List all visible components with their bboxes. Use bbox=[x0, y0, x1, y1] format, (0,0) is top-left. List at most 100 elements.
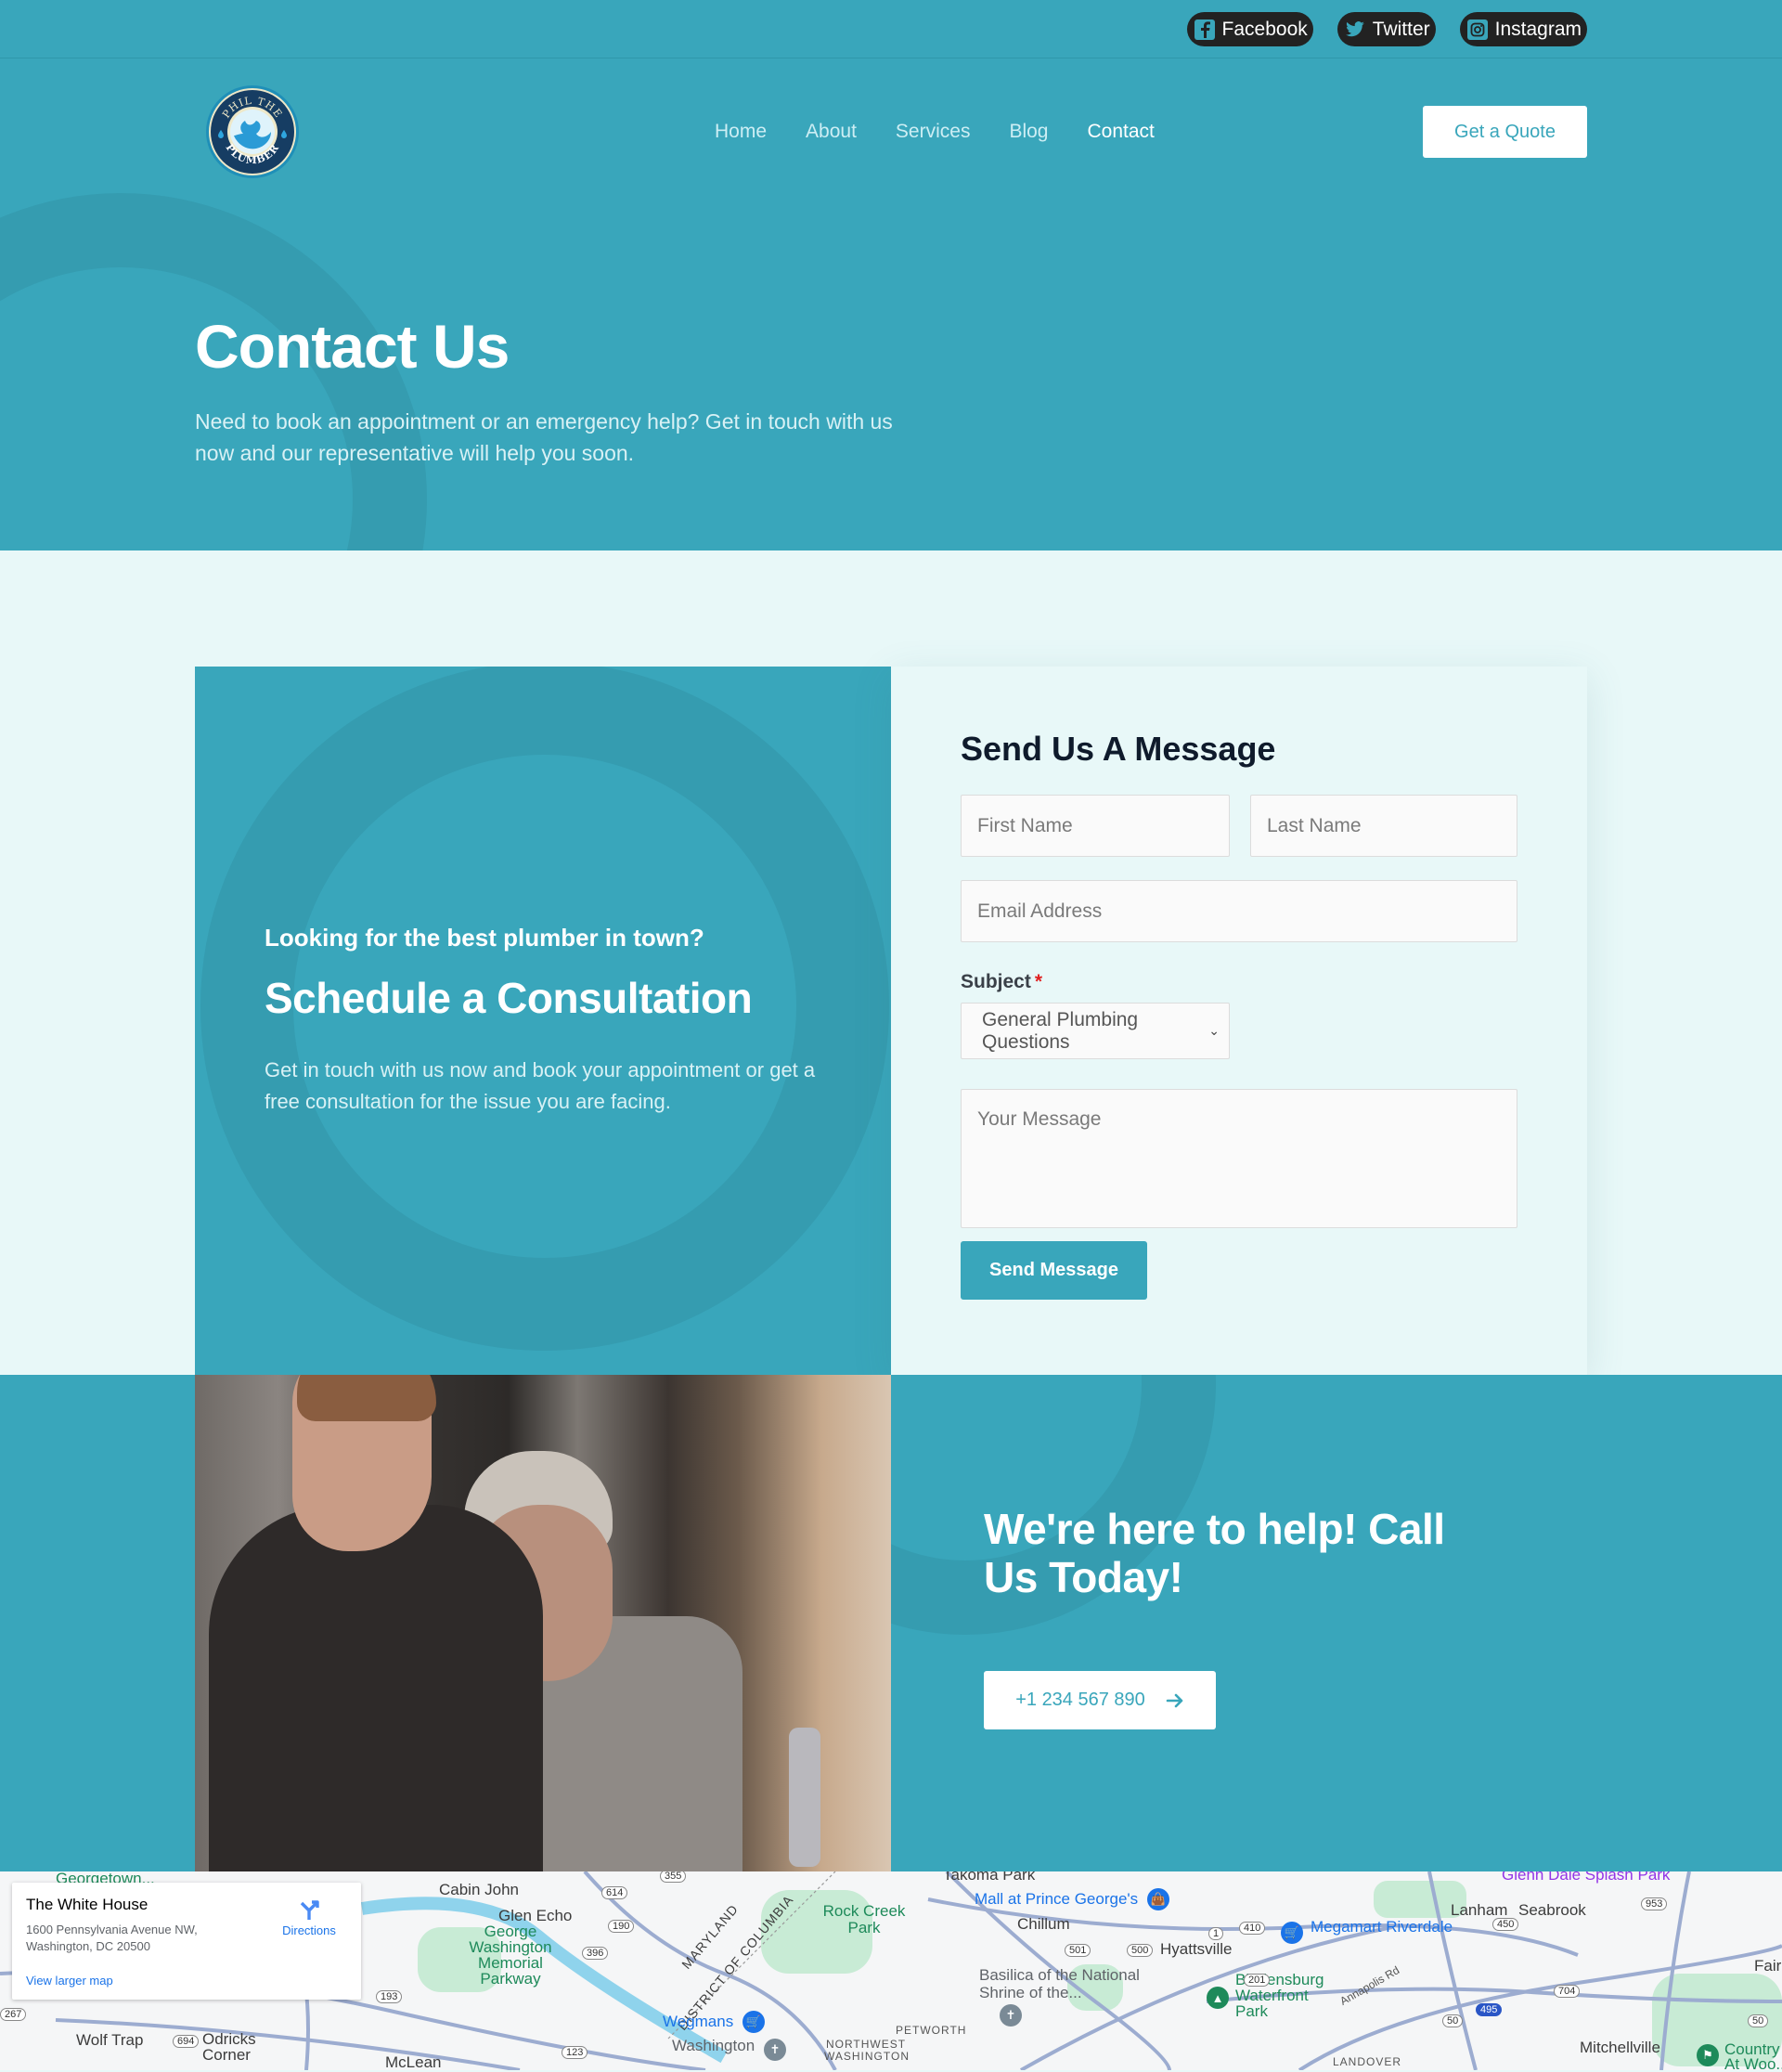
instagram-icon bbox=[1466, 19, 1488, 40]
send-message-button[interactable]: Send Message bbox=[961, 1241, 1147, 1300]
route-shield: 1 bbox=[1208, 1927, 1224, 1940]
subject-label: Subject * bbox=[961, 971, 1042, 993]
directions-link[interactable]: Directions bbox=[272, 1897, 346, 1937]
contact-section: Looking for the best plumber in town? Sc… bbox=[0, 550, 1782, 1375]
logo-badge-icon: PHIL THE PLUMBER bbox=[206, 85, 299, 178]
map-label: Basilica of the National Shrine of the..… bbox=[979, 1966, 1140, 2001]
map-label: NORTHWEST WASHINGTON bbox=[824, 2038, 910, 2063]
address-line: Washington, DC 20500 bbox=[26, 1939, 150, 1953]
place-name: The White House bbox=[26, 1896, 148, 1913]
map-label: George Washington Memorial Parkway bbox=[469, 1923, 552, 1988]
consultation-panel: Looking for the best plumber in town? Sc… bbox=[195, 667, 891, 1375]
route-shield: 201 bbox=[1244, 1974, 1271, 1987]
shopping-cart-icon[interactable]: 🛒 bbox=[742, 2011, 765, 2033]
twitter-icon bbox=[1345, 19, 1365, 40]
get-a-quote-button[interactable]: Get a Quote bbox=[1423, 106, 1587, 158]
map-label: LANDOVER bbox=[1333, 2055, 1402, 2068]
arrow-right-icon bbox=[1166, 1693, 1183, 1707]
first-name-input[interactable] bbox=[961, 795, 1230, 857]
photo-shape bbox=[789, 1728, 820, 1867]
route-shield: 704 bbox=[1554, 1985, 1581, 1998]
photo-shape bbox=[209, 1505, 543, 1871]
nav-menu: Home About Services Blog Contact bbox=[715, 90, 1155, 174]
subject-selected-value: General Plumbing Questions bbox=[982, 1008, 1139, 1053]
facebook-link[interactable]: Facebook bbox=[1186, 12, 1313, 46]
main-nav: PHIL THE PLUMBER Home About Services Blo… bbox=[195, 85, 1587, 178]
route-shield: 50 bbox=[1442, 2014, 1464, 2027]
call-section: We're here to help! Call Us Today! +1 23… bbox=[0, 1375, 1782, 1871]
nav-services[interactable]: Services bbox=[896, 121, 971, 143]
route-shield: 50 bbox=[1748, 2014, 1769, 2027]
route-shield: 694 bbox=[173, 2035, 200, 2048]
phone-call-button[interactable]: +1 234 567 890 bbox=[984, 1671, 1216, 1729]
embedded-map[interactable]: Georgetown... Cabin John Glen Echo Georg… bbox=[0, 1871, 1782, 2070]
map-label: Mall at Prince George's bbox=[975, 1890, 1139, 1908]
site-logo[interactable]: PHIL THE PLUMBER bbox=[204, 84, 301, 180]
phone-number: +1 234 567 890 bbox=[1015, 1690, 1145, 1710]
address-line: 1600 Pennsylvania Avenue NW, bbox=[26, 1923, 198, 1936]
map-label: Seabrook bbox=[1518, 1901, 1586, 1919]
map-label: Wegmans bbox=[663, 2013, 734, 2030]
twitter-label: Twitter bbox=[1372, 18, 1430, 40]
church-icon[interactable]: ✝ bbox=[764, 2039, 786, 2061]
shopping-bag-icon[interactable]: 👜 bbox=[1147, 1888, 1169, 1910]
hero-section: PHIL THE PLUMBER Home About Services Blo… bbox=[0, 58, 1782, 550]
consult-kicker: Looking for the best plumber in town? bbox=[265, 924, 704, 952]
social-bar: Facebook Twitter Instagram bbox=[0, 0, 1782, 58]
map-label: Rock Creek Park bbox=[822, 1902, 906, 1936]
nav-about[interactable]: About bbox=[806, 121, 857, 143]
route-shield: 267 bbox=[0, 2008, 27, 2021]
nav-contact[interactable]: Contact bbox=[1087, 121, 1154, 143]
map-label: Cabin John bbox=[439, 1881, 520, 1898]
route-shield: 501 bbox=[1065, 1944, 1091, 1957]
instagram-link[interactable]: Instagram bbox=[1459, 12, 1587, 46]
route-shield: 355 bbox=[660, 1871, 687, 1883]
instagram-label: Instagram bbox=[1494, 18, 1582, 40]
shopping-cart-icon[interactable]: 🛒 bbox=[1281, 1922, 1303, 1944]
message-textarea[interactable] bbox=[961, 1089, 1517, 1228]
route-shield: 953 bbox=[1641, 1897, 1668, 1910]
view-larger-map-link[interactable]: View larger map bbox=[26, 1974, 113, 1988]
required-mark: * bbox=[1034, 971, 1043, 992]
subject-select[interactable]: General Plumbing Questions ⌄ bbox=[961, 1003, 1230, 1059]
map-label: Takoma Park bbox=[943, 1871, 1036, 1884]
map-label: Megamart Riverdale bbox=[1311, 1918, 1453, 1936]
route-shield: 123 bbox=[562, 2046, 588, 2059]
photo-shape bbox=[297, 1375, 436, 1421]
consult-title: Schedule a Consultation bbox=[265, 974, 753, 1022]
consult-body: Get in touch with us now and book your a… bbox=[265, 1058, 816, 1113]
facebook-label: Facebook bbox=[1221, 18, 1308, 40]
route-shield: 190 bbox=[608, 1920, 635, 1933]
map-label: Washington bbox=[672, 2037, 755, 2054]
golf-icon[interactable]: ⚑ bbox=[1697, 2044, 1719, 2066]
route-shield: 614 bbox=[601, 1886, 628, 1899]
map-label: Mitchellville bbox=[1580, 2039, 1660, 2056]
place-address: 1600 Pennsylvania Avenue NW, Washington,… bbox=[26, 1922, 258, 1955]
route-shield: 450 bbox=[1492, 1918, 1519, 1931]
nav-blog[interactable]: Blog bbox=[1009, 121, 1048, 143]
park-tree-icon[interactable]: ▲ bbox=[1207, 1987, 1229, 2009]
interstate-shield: 495 bbox=[1476, 2003, 1503, 2016]
church-icon[interactable]: ✝ bbox=[1000, 2004, 1022, 2027]
twitter-link[interactable]: Twitter bbox=[1336, 12, 1436, 46]
route-shield: 500 bbox=[1127, 1944, 1154, 1957]
map-label: Lanham bbox=[1451, 1901, 1508, 1919]
nav-home[interactable]: Home bbox=[715, 121, 767, 143]
route-shield: 193 bbox=[376, 1990, 403, 2003]
chevron-down-icon: ⌄ bbox=[1208, 1023, 1220, 1038]
map-label: Glenn Dale Splash Park bbox=[1502, 1871, 1671, 1884]
social-links: Facebook Twitter Instagram bbox=[1186, 12, 1587, 46]
page-title: Contact Us bbox=[195, 312, 510, 381]
map-label: Odricks Corner bbox=[202, 2030, 256, 2064]
directions-label: Directions bbox=[282, 1923, 336, 1937]
last-name-input[interactable] bbox=[1250, 795, 1517, 857]
email-input[interactable] bbox=[961, 880, 1517, 942]
map-label: Chillum bbox=[1017, 1915, 1070, 1933]
contact-form: Send Us A Message Subject* General Plumb… bbox=[891, 667, 1587, 1375]
subject-label-text: Subject bbox=[961, 971, 1031, 992]
call-title: We're here to help! Call Us Today! bbox=[984, 1505, 1445, 1601]
route-shield: 410 bbox=[1239, 1922, 1266, 1935]
form-title: Send Us A Message bbox=[961, 730, 1276, 768]
map-label: Fair bbox=[1754, 1957, 1782, 1975]
route-shield: 396 bbox=[582, 1947, 609, 1960]
